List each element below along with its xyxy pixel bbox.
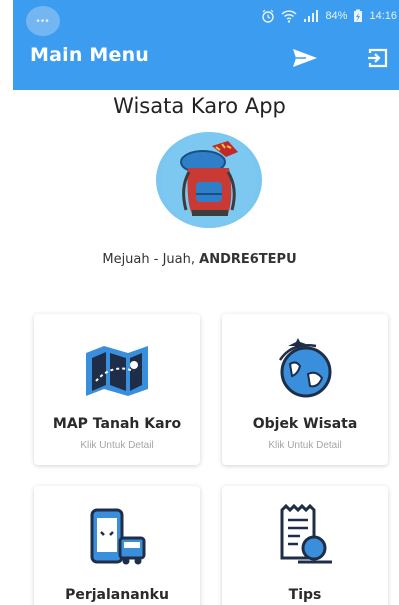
backpack-logo xyxy=(156,132,262,228)
app-toolbar: ••• 84% 14:16 Main Menu xyxy=(13,0,399,90)
card-subtitle: Klik Untuk Detail xyxy=(80,440,154,451)
card-label: Objek Wisata xyxy=(252,416,358,432)
card-label: MAP Tanah Karo xyxy=(52,416,182,432)
card-subtitle: Klik Untuk Detail xyxy=(268,440,342,451)
toolbar-title: Main Menu xyxy=(30,44,150,66)
globe-plane-icon xyxy=(278,338,332,398)
card-label: Tips xyxy=(288,587,322,603)
objek-wisata-card[interactable]: Objek Wisata Klik Untuk Detail xyxy=(222,314,388,465)
wifi-icon xyxy=(281,10,297,23)
card-label: Perjalananku xyxy=(65,587,169,603)
logout-icon xyxy=(368,48,388,68)
backpack-icon xyxy=(161,132,257,228)
status-bar: 84% 14:16 xyxy=(261,6,399,26)
username: ANDRE6TEPU xyxy=(199,252,297,267)
battery-percent: 84% xyxy=(325,10,348,22)
clock-time: 14:16 xyxy=(369,10,397,22)
greeting-text: Mejuah - Juah, xyxy=(102,252,195,267)
signal-icon xyxy=(304,10,319,22)
phone-bus-icon xyxy=(90,508,146,565)
tips-card[interactable]: Tips xyxy=(222,486,388,605)
perjalananku-card[interactable]: Perjalananku xyxy=(34,486,200,605)
alarm-icon xyxy=(262,9,275,23)
battery-charging-icon xyxy=(354,9,363,22)
send-icon xyxy=(293,49,317,67)
receipt-search-icon xyxy=(280,504,332,564)
send-button[interactable] xyxy=(291,46,319,70)
welcome-message: Mejuah - Juah, ANDRE6TEPU xyxy=(0,252,399,267)
logout-button[interactable] xyxy=(365,45,391,71)
map-tanah-karo-card[interactable]: MAP Tanah Karo Klik Untuk Detail xyxy=(34,314,200,465)
overflow-bubble-icon[interactable]: ••• xyxy=(26,6,60,36)
app-title: Wisata Karo App xyxy=(113,94,286,118)
map-icon xyxy=(86,346,148,396)
